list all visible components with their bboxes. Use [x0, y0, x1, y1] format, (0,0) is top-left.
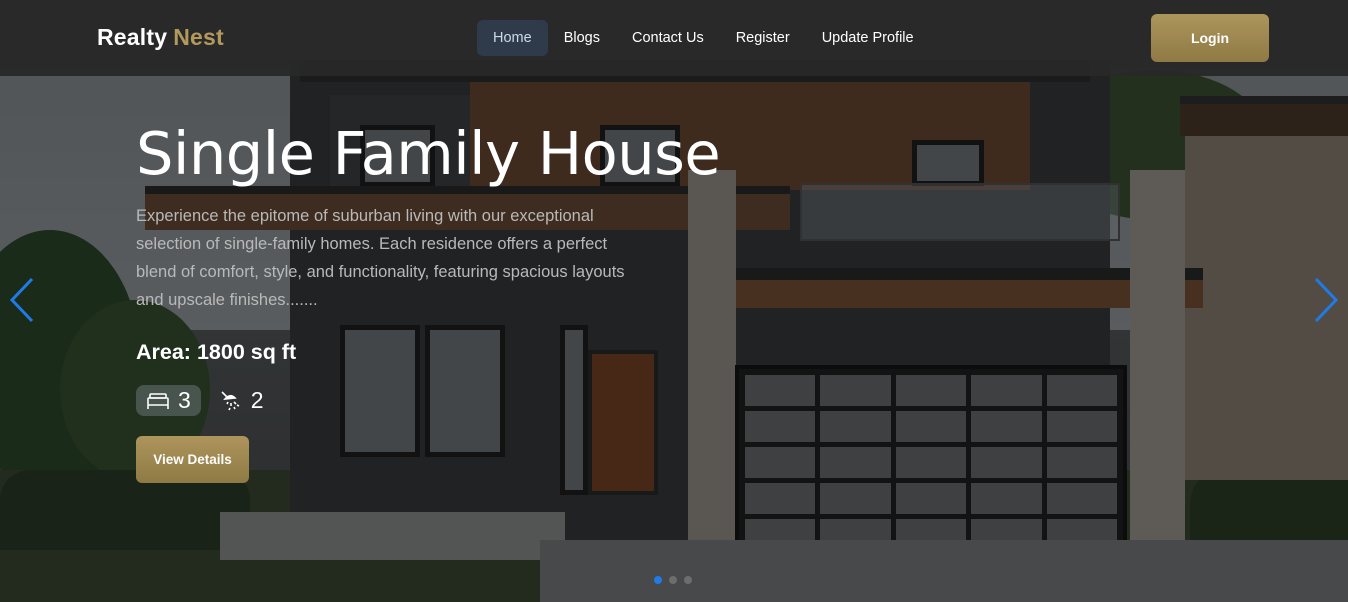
bedrooms-badge: 3 [136, 385, 201, 416]
carousel-next-button[interactable] [1310, 277, 1340, 323]
carousel-dot[interactable] [684, 576, 692, 584]
brand-name-part1: Realty [97, 24, 168, 50]
carousel-prev-button[interactable] [8, 277, 38, 323]
navbar: Realty Nest Home Blogs Contact Us Registe… [0, 0, 1348, 76]
nav-link-home[interactable]: Home [477, 20, 548, 56]
brand-name-part2: Nest [173, 24, 224, 50]
nav-link-contact-us[interactable]: Contact Us [616, 20, 720, 56]
carousel-dot[interactable] [669, 576, 677, 584]
nav-link-blogs[interactable]: Blogs [548, 20, 616, 56]
brand-logo[interactable]: Realty Nest [97, 24, 224, 51]
property-description: Experience the epitome of suburban livin… [136, 207, 625, 309]
view-details-button[interactable]: View Details [136, 436, 249, 483]
property-features: 3 2 [136, 385, 696, 416]
bedrooms-count: 3 [178, 387, 191, 413]
property-title: Single Family House [136, 119, 721, 188]
nav-link-register[interactable]: Register [720, 20, 806, 56]
shower-icon [221, 390, 240, 410]
carousel-dot[interactable] [654, 576, 662, 584]
carousel-indicators [654, 576, 699, 584]
bathrooms-count: 2 [250, 387, 264, 413]
hero-content: Single Family House Experience the epito… [136, 116, 721, 483]
property-area: Area: 1800 sq ft [136, 340, 297, 364]
bathrooms-badge: 2 [219, 387, 264, 414]
bed-icon [147, 392, 169, 409]
chevron-left-icon [9, 277, 34, 323]
login-button[interactable]: Login [1151, 14, 1269, 62]
nav-links: Home Blogs Contact Us Register Update Pr… [477, 20, 930, 56]
nav-link-update-profile[interactable]: Update Profile [806, 20, 930, 56]
chevron-right-icon [1314, 277, 1339, 323]
